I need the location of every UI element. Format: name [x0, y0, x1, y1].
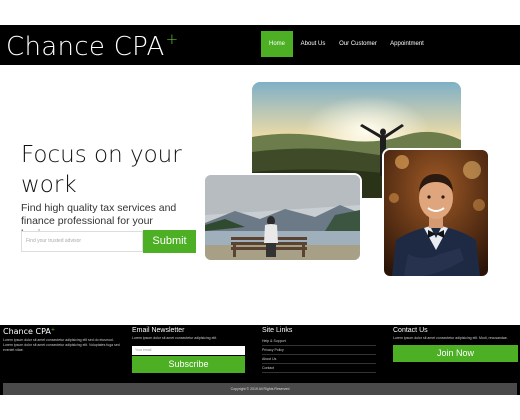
nav-our-customer[interactable]: Our Customer — [337, 31, 379, 57]
site-links-title: Site Links — [262, 327, 293, 334]
nav-appointment[interactable]: Appointment — [385, 31, 429, 57]
footer-link-help[interactable]: Help & Support — [262, 337, 376, 346]
footer-newsletter: Email Newsletter Lorem ipsum dolor sit a… — [132, 327, 246, 341]
contact-text: Lorem ipsum dolor sit amet consectetur a… — [393, 336, 508, 340]
footer-link-about[interactable]: About Us — [262, 355, 376, 364]
footer-about-text: Lorem ipsum dolor sit amet consectetur a… — [3, 338, 120, 352]
footer-contact: Contact Us Lorem ipsum dolor sit amet co… — [393, 327, 518, 341]
logo-text: Chance CPA — [6, 32, 165, 62]
footer-link-contact[interactable]: Contact — [262, 364, 376, 373]
advisor-search-input[interactable]: Find your trusted advisor — [21, 231, 143, 252]
newsletter-email-input[interactable]: Your email — [132, 346, 245, 355]
join-now-button[interactable]: Join Now — [393, 345, 518, 362]
hero-title: Focus on your work — [21, 142, 182, 198]
footer-links-column: Site Links — [262, 327, 376, 334]
site-logo[interactable]: Chance CPA+ — [6, 30, 178, 62]
nav-about-us[interactable]: About Us — [297, 31, 329, 57]
contact-title: Contact Us — [393, 327, 428, 334]
portrait-photo — [382, 148, 490, 278]
footer-logo-text: Chance CPA — [3, 327, 51, 336]
submit-button[interactable]: Submit — [143, 230, 196, 253]
portrait-image — [384, 150, 488, 276]
footer-link-privacy[interactable]: Privacy Policy — [262, 346, 376, 355]
nav-home[interactable]: Home — [261, 31, 293, 57]
newsletter-text: Lorem ipsum dolor sit amet consectetur a… — [132, 336, 218, 340]
newsletter-title: Email Newsletter — [132, 327, 185, 334]
site-links: Help & Support Privacy Policy About Us C… — [262, 337, 376, 373]
footer-about: Chance CPA+ Lorem ipsum dolor sit amet c… — [3, 327, 121, 353]
copyright-bar: Copyright © 2019 All Rights Reserved — [3, 383, 517, 395]
footer-logo-plus: + — [50, 327, 56, 333]
bench-image — [205, 175, 360, 260]
subscribe-button[interactable]: Subscribe — [132, 356, 245, 373]
bench-lake-photo — [203, 173, 362, 262]
top-navbar: Chance CPA+ Home About Us Our Customer A… — [0, 25, 520, 65]
footer-logo[interactable]: Chance CPA+ — [3, 327, 121, 336]
logo-plus: + — [165, 30, 179, 48]
